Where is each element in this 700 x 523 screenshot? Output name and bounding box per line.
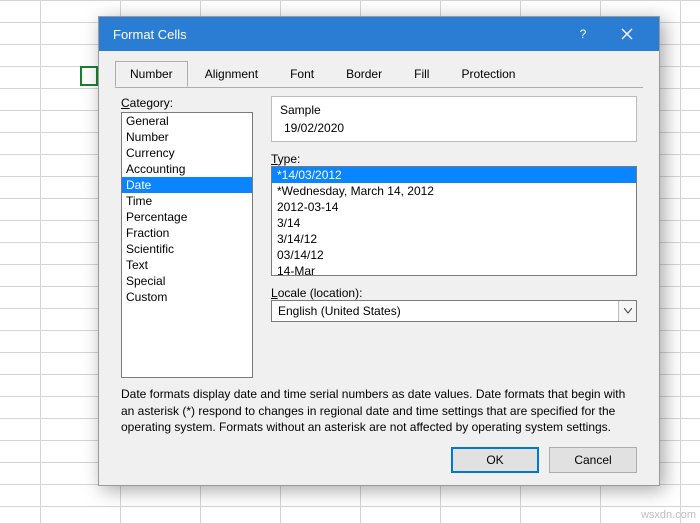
sample-box: Sample 19/02/2020 xyxy=(271,96,637,142)
tab-protection[interactable]: Protection xyxy=(446,61,530,87)
help-button[interactable]: ? xyxy=(561,17,605,51)
help-icon: ? xyxy=(580,27,587,41)
close-icon xyxy=(621,28,633,40)
category-option[interactable]: Percentage xyxy=(122,209,252,225)
category-label: Category: xyxy=(121,96,253,110)
dialog-buttons: OK Cancel xyxy=(121,439,637,473)
category-option[interactable]: Custom xyxy=(122,289,252,305)
tab-bar: NumberAlignmentFontBorderFillProtection xyxy=(99,51,659,87)
tab-border[interactable]: Border xyxy=(331,61,397,87)
ok-button[interactable]: OK xyxy=(451,447,539,473)
tab-alignment[interactable]: Alignment xyxy=(190,61,273,87)
tab-number[interactable]: Number xyxy=(115,61,188,87)
chevron-down-icon[interactable] xyxy=(618,301,636,321)
category-option[interactable]: Scientific xyxy=(122,241,252,257)
category-option[interactable]: Number xyxy=(122,129,252,145)
type-listbox[interactable]: *14/03/2012*Wednesday, March 14, 2012201… xyxy=(271,166,637,276)
locale-label: Locale (location): xyxy=(271,286,637,300)
description-text: Date formats display date and time seria… xyxy=(121,378,637,439)
tab-font[interactable]: Font xyxy=(275,61,329,87)
type-option[interactable]: *Wednesday, March 14, 2012 xyxy=(272,183,636,199)
category-option[interactable]: Fraction xyxy=(122,225,252,241)
dialog-body: Category: GeneralNumberCurrencyAccountin… xyxy=(99,86,659,485)
locale-value: English (United States) xyxy=(272,301,618,321)
type-option[interactable]: 03/14/12 xyxy=(272,247,636,263)
type-option[interactable]: 3/14 xyxy=(272,215,636,231)
dialog-title: Format Cells xyxy=(113,27,561,42)
type-option[interactable]: 3/14/12 xyxy=(272,231,636,247)
type-label: Type: xyxy=(271,152,637,166)
locale-combobox[interactable]: English (United States) xyxy=(271,300,637,322)
category-option[interactable]: Time xyxy=(122,193,252,209)
format-cells-dialog: Format Cells ? NumberAlignmentFontBorder… xyxy=(98,16,660,486)
cancel-button[interactable]: Cancel xyxy=(549,447,637,473)
category-option[interactable]: Special xyxy=(122,273,252,289)
type-option[interactable]: 2012-03-14 xyxy=(272,199,636,215)
active-cell[interactable] xyxy=(80,66,98,86)
category-option[interactable]: Accounting xyxy=(122,161,252,177)
close-button[interactable] xyxy=(605,17,649,51)
category-option[interactable]: Currency xyxy=(122,145,252,161)
dialog-titlebar: Format Cells ? xyxy=(99,17,659,51)
category-option[interactable]: Date xyxy=(122,177,252,193)
type-option[interactable]: *14/03/2012 xyxy=(272,167,636,183)
sample-caption: Sample xyxy=(280,103,628,117)
category-listbox[interactable]: GeneralNumberCurrencyAccountingDateTimeP… xyxy=(121,112,253,378)
sample-value: 19/02/2020 xyxy=(280,121,628,135)
tab-fill[interactable]: Fill xyxy=(399,61,444,87)
watermark: wsxdn.com xyxy=(641,509,696,521)
type-option[interactable]: 14-Mar xyxy=(272,263,636,276)
category-option[interactable]: General xyxy=(122,113,252,129)
category-option[interactable]: Text xyxy=(122,257,252,273)
